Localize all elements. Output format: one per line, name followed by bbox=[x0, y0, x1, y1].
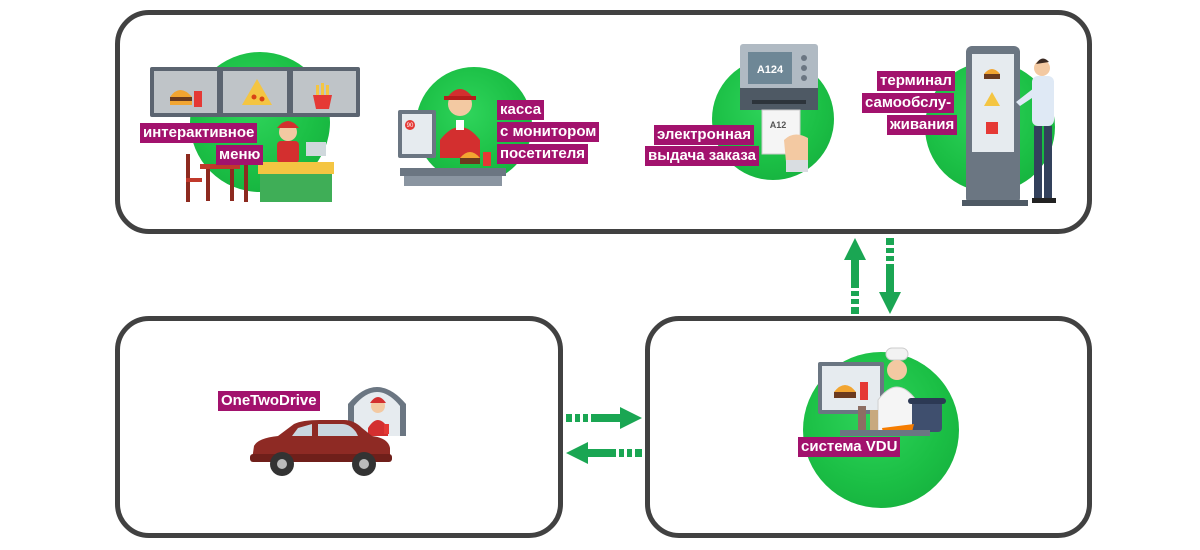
label-kiosk-1: терминал bbox=[877, 71, 955, 91]
vdu-kitchen-icon bbox=[818, 347, 946, 436]
terminal-screen-text: A124 bbox=[757, 64, 784, 76]
label-kiosk-3: живания bbox=[887, 115, 958, 135]
kassa-cashier-icon: 90 bbox=[398, 89, 506, 186]
right-arrow bbox=[566, 407, 642, 429]
label-edelivery-1: электронная bbox=[654, 125, 754, 145]
label-kassa-3: посетителя bbox=[497, 144, 589, 164]
label-kassa-1: касса bbox=[497, 100, 545, 120]
down-arrow bbox=[879, 238, 901, 314]
left-arrow bbox=[566, 442, 642, 464]
label-vdu: система VDU bbox=[798, 437, 901, 457]
label-drive: OneTwoDrive bbox=[218, 391, 320, 411]
car-icon bbox=[250, 420, 392, 476]
label-interactive-menu-2: меню bbox=[216, 145, 264, 165]
ticket-paper-text: A12 bbox=[770, 120, 787, 130]
label-interactive-menu-1: интерактивное bbox=[140, 123, 258, 143]
kiosk-icon bbox=[962, 46, 1056, 206]
menu-board-icon bbox=[150, 67, 360, 117]
sticker-text: 90 bbox=[407, 123, 414, 129]
up-arrow bbox=[844, 238, 866, 314]
label-kiosk-2: самообслу- bbox=[862, 93, 955, 113]
label-edelivery-2: выдача заказа bbox=[645, 146, 759, 166]
label-kassa-2: с монитором bbox=[497, 122, 600, 142]
